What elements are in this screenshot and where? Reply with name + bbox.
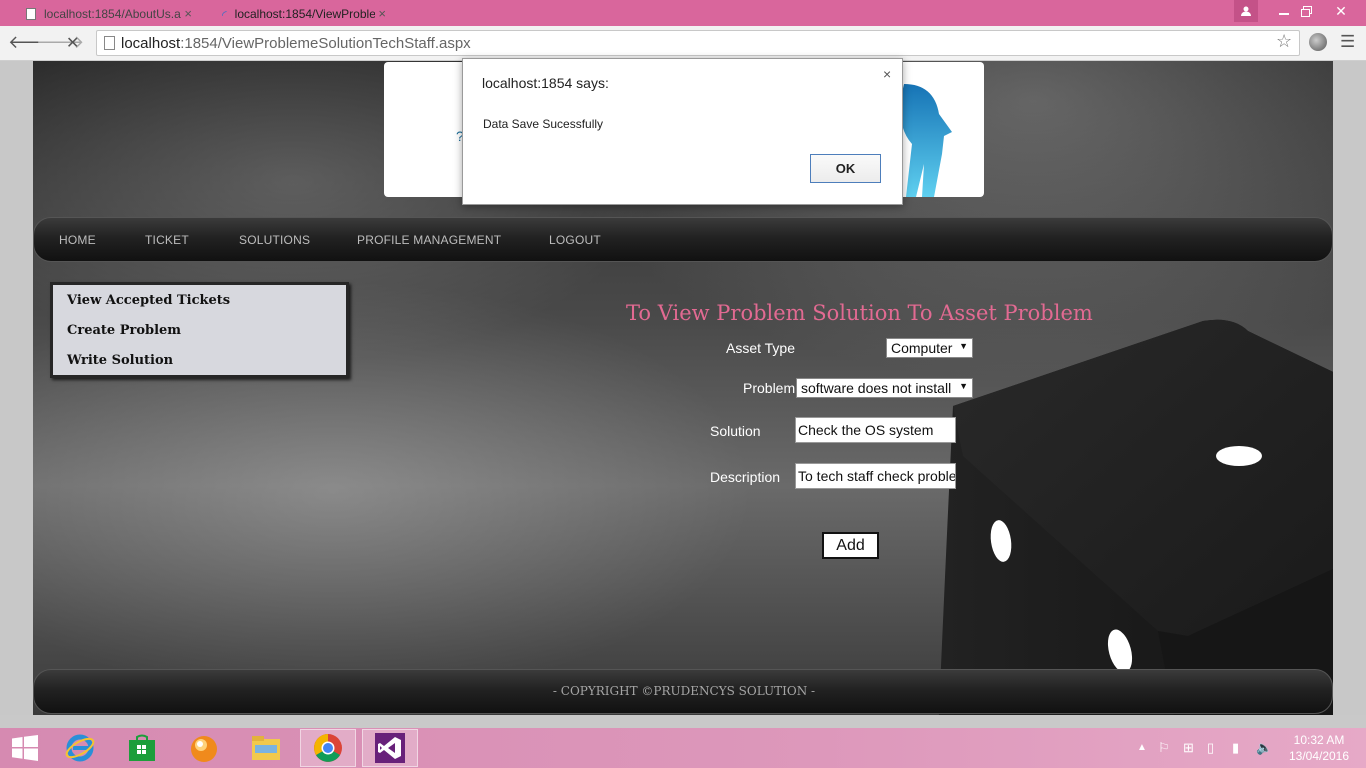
form-title: To View Problem Solution To Asset Proble… (626, 301, 1093, 325)
volume-icon[interactable]: 🔈 (1256, 740, 1272, 756)
system-clock[interactable]: 10:32 AM 13/04/2016 (1282, 732, 1356, 764)
copyright-text: - COPYRIGHT ©PRUDENCYS SOLUTION - (552, 684, 816, 698)
start-button-icon[interactable] (0, 729, 50, 767)
problem-value: software does not install (801, 380, 952, 396)
browser-toolbar: 🡐 🡒 ✕ localhost:1854/ViewProblemeSolutio… (0, 26, 1366, 61)
browser-titlebar: localhost:1854/AboutUs.a × ◜ localhost:1… (0, 0, 1366, 26)
description-label: Description (710, 469, 781, 485)
alert-dialog: localhost:1854 says: × Data Save Sucessf… (462, 58, 903, 205)
media-player-icon[interactable] (176, 729, 232, 767)
problem-label: Problem (743, 380, 796, 396)
main-navbar: HOME TICKET SOLUTIONS PROFILE MANAGEMENT… (33, 217, 1333, 262)
address-bar[interactable]: localhost:1854/ViewProblemeSolutionTechS… (96, 30, 1300, 56)
page-icon (104, 36, 115, 50)
url-path: :1854/ViewProblemeSolutionTechStaff.aspx (180, 34, 471, 52)
tab-close-icon[interactable]: × (378, 6, 386, 21)
solution-label: Solution (710, 423, 761, 439)
file-explorer-icon[interactable] (238, 729, 294, 767)
asset-type-select[interactable]: Computer ▼ (886, 338, 973, 358)
asset-type-value: Computer (891, 340, 953, 356)
star-icon[interactable]: ☆ (1276, 31, 1292, 52)
ok-button[interactable]: OK (810, 154, 881, 183)
side-menu: View Accepted Tickets Create Problem Wri… (50, 282, 349, 378)
dialog-message: Data Save Sucessfully (483, 117, 604, 131)
tab-close-icon[interactable]: × (184, 6, 192, 21)
clock-date: 13/04/2016 (1288, 749, 1350, 763)
asset-type-label: Asset Type (726, 340, 796, 356)
dice-background-image (938, 319, 1333, 715)
internet-explorer-icon[interactable] (52, 729, 108, 767)
dialog-title: localhost:1854 says: (482, 75, 609, 91)
windows-icon[interactable]: ⊞ (1183, 740, 1194, 756)
user-icon[interactable] (1234, 0, 1258, 22)
tab-aboutus[interactable]: localhost:1854/AboutUs.a × (8, 2, 202, 26)
tab-viewproblem[interactable]: ◜ localhost:1854/ViewProble × (204, 2, 396, 26)
nav-logout[interactable]: LOGOUT (549, 233, 601, 247)
tab-label: localhost:1854/ViewProble (234, 7, 375, 21)
store-icon[interactable] (114, 729, 170, 767)
problem-select[interactable]: software does not install ▼ (796, 378, 973, 398)
show-hidden-icons[interactable]: ▲ (1137, 742, 1147, 753)
chrome-icon[interactable] (300, 729, 356, 767)
extension-icon[interactable] (1309, 33, 1327, 51)
page-icon (26, 8, 36, 20)
stop-icon[interactable]: ✕ (66, 33, 79, 53)
description-input[interactable]: To tech staff check proble (795, 463, 956, 489)
close-icon[interactable]: × (883, 66, 891, 82)
add-button[interactable]: Add (822, 532, 879, 559)
side-menu-write-solution[interactable]: Write Solution (67, 353, 173, 368)
new-tab-button[interactable] (400, 2, 430, 26)
chevron-down-icon: ▼ (959, 381, 968, 391)
loading-icon: ◜ (222, 8, 227, 22)
nav-solutions[interactable]: SOLUTIONS (239, 233, 310, 247)
logo-figure-image (900, 84, 952, 197)
solution-input[interactable]: Check the OS system (795, 417, 956, 443)
windows-taskbar: ▲ ⚐ ⊞ ▯ ▮ 🔈 10:32 AM 13/04/2016 (0, 728, 1366, 768)
side-menu-view-accepted-tickets[interactable]: View Accepted Tickets (67, 293, 230, 308)
nav-profile-management[interactable]: PROFILE MANAGEMENT (357, 233, 501, 247)
side-menu-create-problem[interactable]: Create Problem (67, 323, 181, 338)
url-host: localhost (121, 34, 181, 52)
device-icon[interactable]: ▯ (1207, 740, 1214, 756)
clock-time: 10:32 AM (1293, 733, 1345, 747)
visual-studio-icon[interactable] (362, 729, 418, 767)
network-icon[interactable]: ▮ (1232, 740, 1239, 756)
tab-label: localhost:1854/AboutUs.a (44, 7, 181, 21)
site-footer: - COPYRIGHT ©PRUDENCYS SOLUTION - (33, 669, 1333, 714)
close-window-icon[interactable]: ✕ (1318, 0, 1364, 22)
chevron-down-icon: ▼ (959, 341, 968, 351)
nav-ticket[interactable]: TICKET (145, 233, 189, 247)
nav-home[interactable]: HOME (59, 233, 96, 247)
menu-icon[interactable]: ☰ (1340, 32, 1355, 52)
action-center-flag-icon[interactable]: ⚐ (1158, 740, 1170, 756)
